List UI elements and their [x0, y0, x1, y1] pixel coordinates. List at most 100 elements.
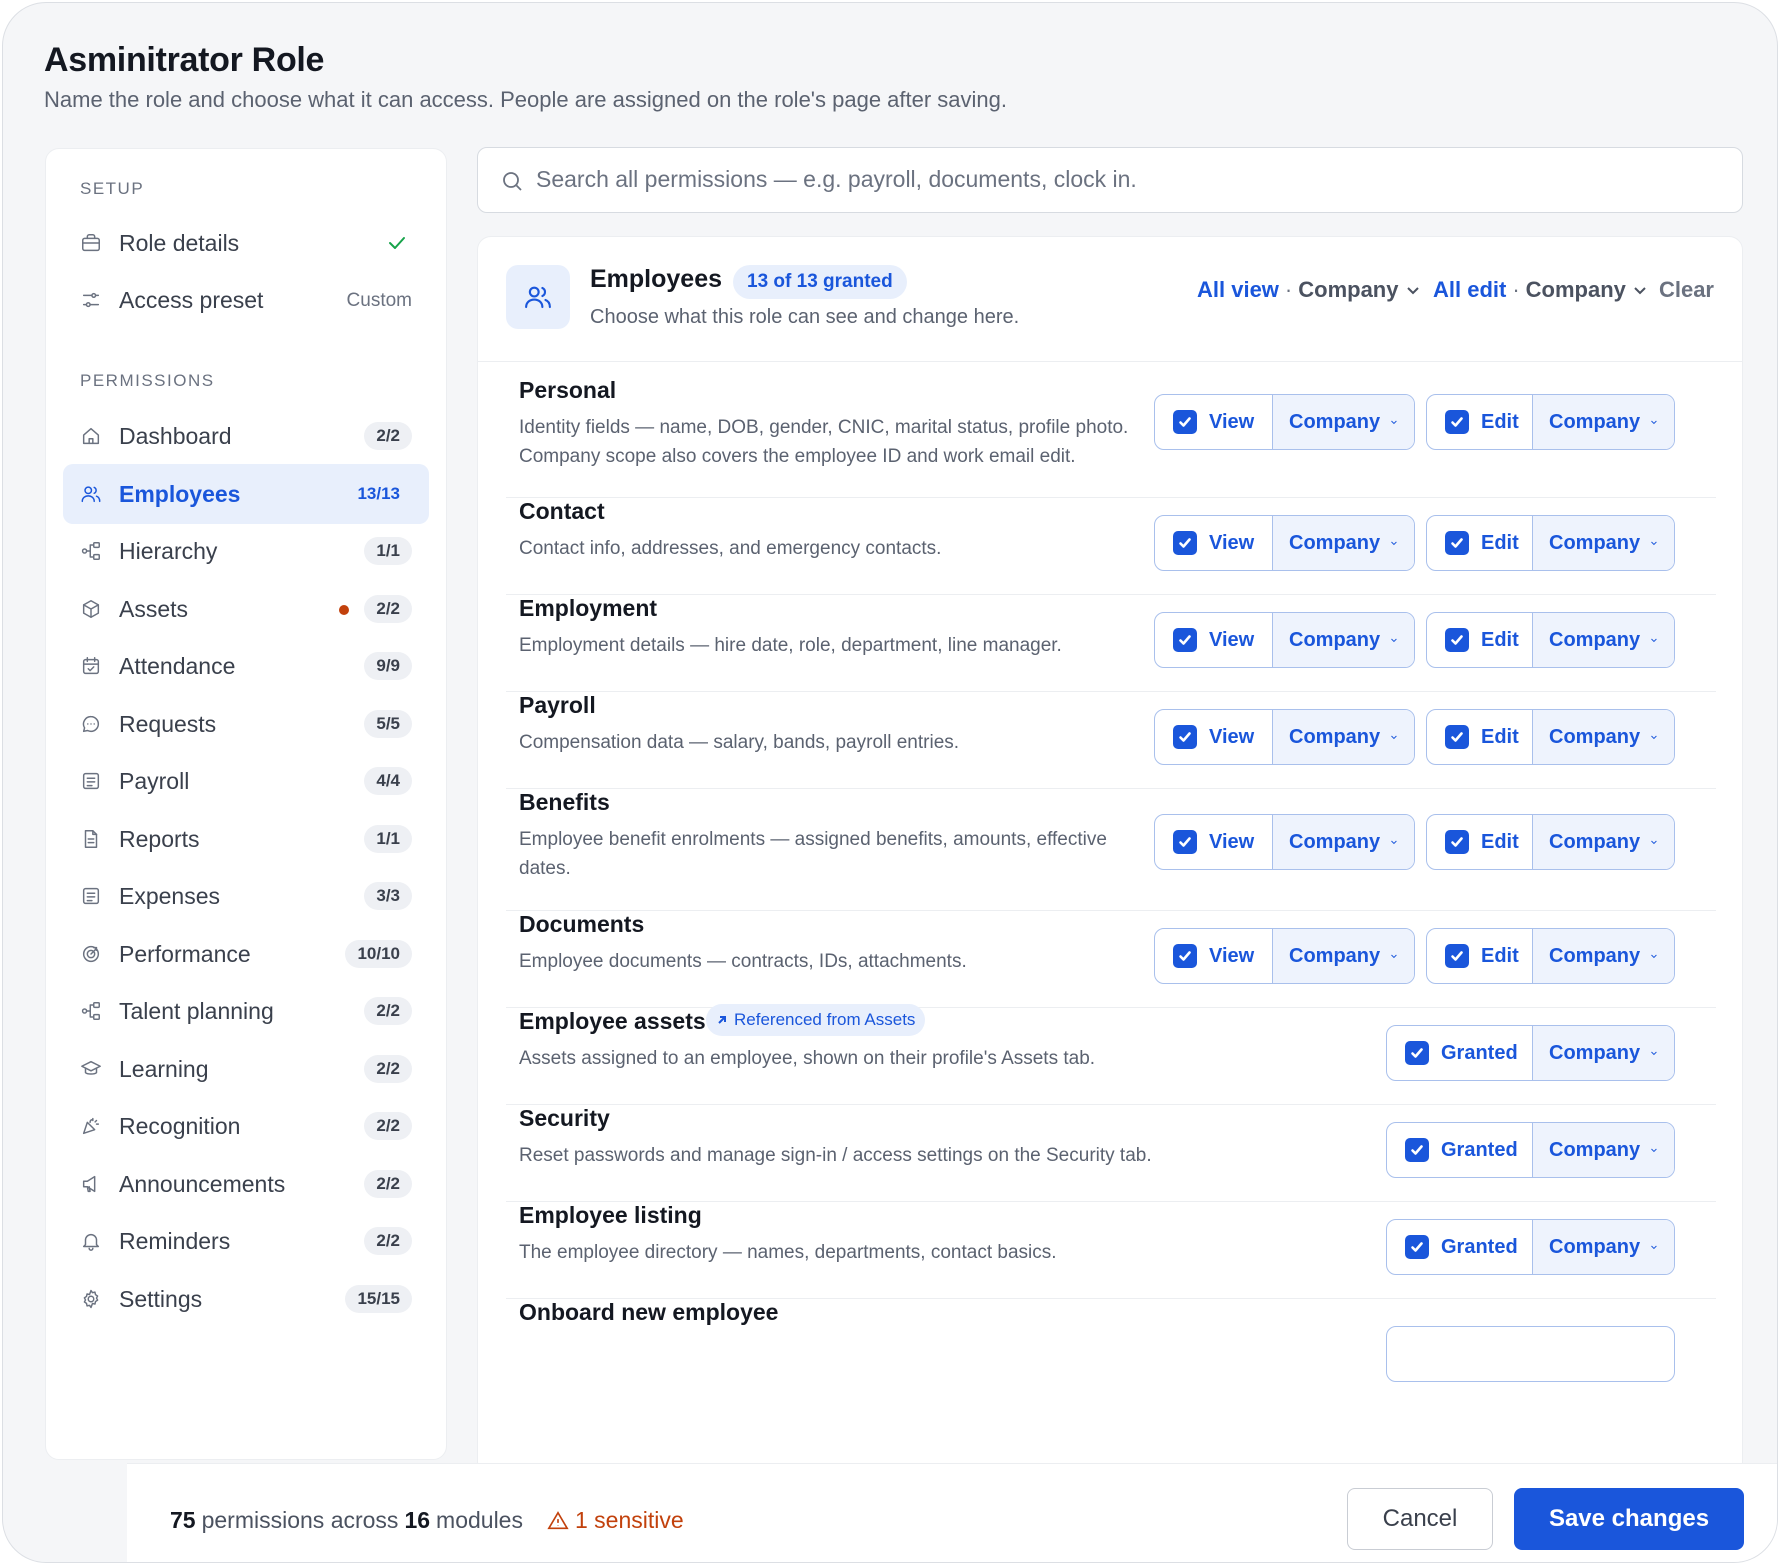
edit-scope-control: Edit Company — [1426, 515, 1675, 571]
chevron-down-icon — [1391, 840, 1397, 845]
edit-label: Edit — [1481, 531, 1519, 554]
sidebar-item-reminders[interactable]: Reminders 2/2 — [63, 1211, 429, 1271]
sidebar-item-assets[interactable]: Assets 2/2 — [63, 579, 429, 639]
checkbox-checked-icon — [1173, 725, 1197, 749]
grant-scope-dropdown[interactable]: Company — [1532, 1220, 1674, 1274]
sidebar-item-recognition[interactable]: Recognition 2/2 — [63, 1096, 429, 1156]
edit-scope-dropdown[interactable]: Company — [1532, 929, 1674, 983]
edit-checkbox[interactable]: Edit — [1427, 613, 1519, 667]
view-checkbox[interactable]: View — [1155, 815, 1254, 869]
permission-row: Onboard new employee — [506, 1299, 1716, 1396]
view-scope-dropdown[interactable]: Company — [1272, 929, 1414, 983]
all-edit-label: All edit — [1433, 277, 1507, 302]
edit-label: Edit — [1481, 944, 1519, 967]
chevron-down-icon — [1651, 1245, 1657, 1250]
permission-count-badge: 2/2 — [364, 1054, 412, 1083]
separator: · — [1284, 277, 1293, 302]
view-scope-dropdown[interactable]: Company — [1272, 710, 1414, 764]
view-scope-control: View Company — [1154, 814, 1415, 870]
target-icon — [80, 943, 102, 965]
sidebar-item-dashboard[interactable]: Dashboard 2/2 — [63, 406, 429, 466]
permission-count-badge: 2/2 — [364, 594, 412, 623]
view-checkbox[interactable]: View — [1155, 613, 1254, 667]
edit-checkbox[interactable]: Edit — [1427, 710, 1519, 764]
save-button[interactable]: Save changes — [1514, 1488, 1744, 1550]
chat-icon — [80, 713, 102, 735]
edit-label: Edit — [1481, 410, 1519, 433]
chevron-down-icon — [1406, 287, 1419, 295]
sidebar-item-announcements[interactable]: Announcements 2/2 — [63, 1154, 429, 1214]
grant-scope-dropdown[interactable]: Company — [1532, 1026, 1674, 1080]
sidebar-item-payroll[interactable]: Payroll 4/4 — [63, 751, 429, 811]
nav-role-details[interactable]: Role details — [63, 213, 429, 273]
search-input[interactable] — [536, 148, 1716, 211]
checkbox-checked-icon — [1405, 1138, 1429, 1162]
clear-button[interactable]: Clear — [1659, 277, 1714, 303]
granted-badge: 13 of 13 granted — [733, 265, 907, 299]
view-checkbox[interactable]: View — [1155, 710, 1254, 764]
scope-value: Company — [1549, 628, 1641, 651]
sidebar-item-employees[interactable]: Employees 13/13 — [63, 463, 429, 524]
grant-checkbox[interactable]: Granted — [1387, 1026, 1518, 1080]
permission-text: permissions across — [201, 1507, 399, 1533]
view-scope-dropdown[interactable]: Company — [1272, 815, 1414, 869]
grant-scope-dropdown[interactable]: Company — [1532, 1123, 1674, 1177]
scope-value: Company — [1289, 944, 1381, 967]
grant-checkbox[interactable]: Granted — [1387, 1123, 1518, 1177]
edit-scope-control: Edit Company — [1426, 709, 1675, 765]
permission-count-badge: 2/2 — [364, 1169, 412, 1198]
sidebar-item-reports[interactable]: Reports 1/1 — [63, 809, 429, 869]
search-box[interactable] — [477, 147, 1743, 213]
view-checkbox[interactable]: View — [1155, 929, 1254, 983]
edit-checkbox[interactable]: Edit — [1427, 929, 1519, 983]
graduation-cap-icon — [80, 1058, 102, 1080]
edit-scope-dropdown[interactable]: Company — [1532, 815, 1674, 869]
permission-row: Personal Identity fields — name, DOB, gen… — [506, 377, 1716, 498]
edit-checkbox[interactable]: Edit — [1427, 516, 1519, 570]
permission-row: Security Reset passwords and manage sign-… — [506, 1105, 1716, 1202]
sensitive-indicator: 1 sensitive — [547, 1507, 684, 1534]
sidebar-item-talent-planning[interactable]: Talent planning 2/2 — [63, 981, 429, 1041]
nav-access-preset[interactable]: Access preset Custom — [63, 270, 429, 330]
sidebar-item-attendance[interactable]: Attendance 9/9 — [63, 636, 429, 696]
check-icon — [385, 231, 409, 255]
view-label: View — [1209, 410, 1255, 433]
all-view-dropdown[interactable]: All view · Company — [1197, 277, 1421, 303]
party-icon — [80, 1115, 102, 1137]
edit-scope-dropdown[interactable]: Company — [1532, 710, 1674, 764]
checkbox-checked-icon — [1445, 725, 1469, 749]
sidebar-item-label: Reports — [119, 825, 200, 852]
edit-scope-dropdown[interactable]: Company — [1532, 516, 1674, 570]
view-checkbox[interactable]: View — [1155, 395, 1254, 449]
checkbox-checked-icon — [1445, 410, 1469, 434]
sidebar-item-label: Learning — [119, 1055, 209, 1082]
sidebar-item-requests[interactable]: Requests 5/5 — [63, 694, 429, 754]
view-scope-dropdown[interactable]: Company — [1272, 613, 1414, 667]
view-scope-dropdown[interactable]: Company — [1272, 516, 1414, 570]
access-preset-value: Custom — [346, 290, 412, 311]
checkbox-checked-icon — [1405, 1235, 1429, 1259]
sidebar-item-hierarchy[interactable]: Hierarchy 1/1 — [63, 521, 429, 581]
edit-checkbox[interactable]: Edit — [1427, 815, 1519, 869]
grant-label: Granted — [1441, 1235, 1518, 1258]
edit-scope-dropdown[interactable]: Company — [1532, 395, 1674, 449]
grant-label: Granted — [1441, 1138, 1518, 1161]
chevron-down-icon — [1634, 287, 1646, 295]
view-checkbox[interactable]: View — [1155, 516, 1254, 570]
edit-scope-dropdown[interactable]: Company — [1532, 613, 1674, 667]
grant-checkbox[interactable]: Granted — [1387, 1220, 1518, 1274]
grant-scope-control[interactable] — [1386, 1326, 1675, 1382]
permission-row: Documents Employee documents — contracts,… — [506, 911, 1716, 1008]
sidebar-item-settings[interactable]: Settings 15/15 — [63, 1269, 429, 1329]
cancel-button[interactable]: Cancel — [1347, 1488, 1493, 1550]
edit-checkbox[interactable]: Edit — [1427, 395, 1519, 449]
briefcase-icon — [80, 232, 102, 254]
bell-icon — [80, 1230, 102, 1252]
all-edit-dropdown[interactable]: All edit · Company — [1433, 277, 1648, 303]
sidebar-item-expenses[interactable]: Expenses 3/3 — [63, 866, 429, 926]
permission-title: Onboard new employee — [519, 1299, 779, 1325]
sidebar-item-performance[interactable]: Performance 10/10 — [63, 924, 429, 984]
all-view-scope: Company — [1298, 277, 1399, 302]
sidebar-item-learning[interactable]: Learning 2/2 — [63, 1039, 429, 1099]
view-scope-dropdown[interactable]: Company — [1272, 395, 1414, 449]
